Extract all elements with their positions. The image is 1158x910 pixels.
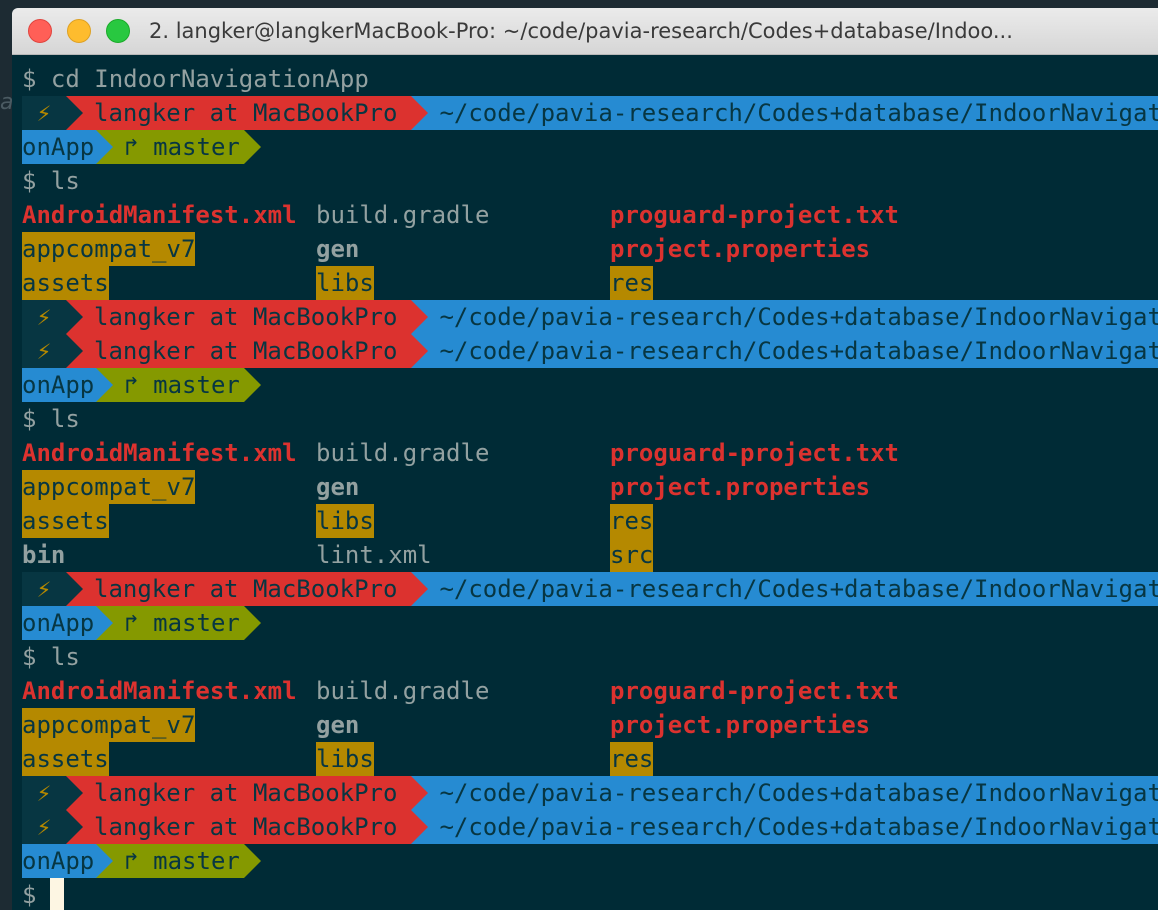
listing-row: appcompat_v7 gen project.properties <box>22 232 1158 266</box>
prompt-path-continuation: onApp <box>22 606 114 640</box>
close-button[interactable] <box>28 19 52 43</box>
file-entry: build.gradle <box>316 677 490 705</box>
prompt-user-segment: langker at MacBookPro <box>66 810 429 844</box>
terminal-content[interactable]: $ cd IndoorNavigationApp ⚡ langker at Mac… <box>22 55 1158 910</box>
prompt-continuation-line: onApp ↱ master <box>22 368 261 402</box>
text-cursor <box>50 878 65 910</box>
git-branch-segment: ↱ master <box>96 368 261 402</box>
prompt-line: ⚡ langker at MacBookPro ~/code/pavia-resea… <box>22 300 1158 334</box>
file-entry: build.gradle <box>316 201 490 229</box>
prompt-line: ⚡ langker at MacBookPro ~/code/pavia-resea… <box>22 810 1158 844</box>
file-entry: build.gradle <box>316 439 490 467</box>
directory-entry: appcompat_v7 <box>22 470 196 504</box>
file-entry: AndroidManifest.xml <box>22 677 297 705</box>
command-text: $ ls <box>22 643 80 671</box>
file-entry: AndroidManifest.xml <box>22 439 297 467</box>
directory-entry: src <box>610 538 654 572</box>
file-entry: proguard-project.txt <box>610 677 899 705</box>
listing-row: bin lint.xml src <box>22 538 1158 572</box>
git-branch-icon: ↱ <box>124 847 139 875</box>
directory-entry: libs <box>316 504 374 538</box>
file-entry: AndroidManifest.xml <box>22 201 297 229</box>
prompt-path-segment: ~/code/pavia-research/Codes+database/Ind… <box>411 776 1158 810</box>
prompt-user-segment: langker at MacBookPro <box>66 334 429 368</box>
file-entry: project.properties <box>610 473 871 501</box>
prompt-line: ⚡ langker at MacBookPro ~/code/pavia-resea… <box>22 334 1158 368</box>
directory-entry: libs <box>316 266 374 300</box>
file-entry: lint.xml <box>316 541 432 569</box>
directory-entry: assets <box>22 742 109 776</box>
command-text: $ cd IndoorNavigationApp <box>22 65 369 93</box>
directory-entry: gen <box>316 473 360 501</box>
bolt-icon: ⚡ <box>22 810 83 844</box>
file-entry: project.properties <box>610 711 871 739</box>
title-bar: 2. langker@langkerMacBook-Pro: ~/code/pa… <box>12 8 1158 55</box>
bolt-icon: ⚡ <box>22 572 83 606</box>
prompt-path-segment: ~/code/pavia-research/Codes+database/Ind… <box>411 572 1158 606</box>
git-branch-segment: ↱ master <box>96 844 261 878</box>
prompt-dollar: $ <box>22 881 37 909</box>
git-branch-segment: ↱ master <box>96 606 261 640</box>
minimize-button[interactable] <box>67 19 91 43</box>
bolt-icon: ⚡ <box>22 334 83 368</box>
directory-entry: appcompat_v7 <box>22 708 196 742</box>
listing-row: assets libs res <box>22 742 1158 776</box>
prompt-path-continuation: onApp <box>22 130 114 164</box>
file-entry: proguard-project.txt <box>610 201 899 229</box>
directory-entry: assets <box>22 504 109 538</box>
prompt-path-segment: ~/code/pavia-research/Codes+database/Ind… <box>411 300 1158 334</box>
listing-row: assets libs res <box>22 504 1158 538</box>
prompt-line: ⚡ langker at MacBookPro ~/code/pavia-resea… <box>22 96 1158 130</box>
prompt-user-segment: langker at MacBookPro <box>66 96 429 130</box>
file-entry: proguard-project.txt <box>610 439 899 467</box>
input-line[interactable]: $ <box>22 878 65 910</box>
prompt-path-segment: ~/code/pavia-research/Codes+database/Ind… <box>411 334 1158 368</box>
directory-entry: res <box>610 266 654 300</box>
terminal-window: 2. langker@langkerMacBook-Pro: ~/code/pa… <box>12 8 1158 910</box>
file-entry: project.properties <box>610 235 871 263</box>
listing-row: appcompat_v7 gen project.properties <box>22 470 1158 504</box>
git-branch-icon: ↱ <box>124 609 139 637</box>
command-text: $ ls <box>22 167 80 195</box>
prompt-continuation-line: onApp ↱ master <box>22 606 261 640</box>
prompt-path-segment: ~/code/pavia-research/Codes+database/Ind… <box>411 810 1158 844</box>
listing-row: AndroidManifest.xml build.gradle proguard-… <box>22 674 1158 708</box>
command-line: $ ls <box>22 402 80 436</box>
prompt-continuation-line: onApp ↱ master <box>22 130 261 164</box>
prompt-path-continuation: onApp <box>22 844 114 878</box>
directory-entry: assets <box>22 266 109 300</box>
git-branch-segment: ↱ master <box>96 130 261 164</box>
command-line: $ ls <box>22 640 80 674</box>
background-window-fragment: a <box>0 90 12 120</box>
prompt-user-segment: langker at MacBookPro <box>66 776 429 810</box>
prompt-line: ⚡ langker at MacBookPro ~/code/pavia-resea… <box>22 776 1158 810</box>
directory-entry: res <box>610 504 654 538</box>
command-text: $ ls <box>22 405 80 433</box>
bolt-icon: ⚡ <box>22 96 83 130</box>
prompt-continuation-line: onApp ↱ master <box>22 844 261 878</box>
directory-entry: gen <box>316 235 360 263</box>
prompt-user-segment: langker at MacBookPro <box>66 300 429 334</box>
directory-entry: libs <box>316 742 374 776</box>
bolt-icon: ⚡ <box>22 300 83 334</box>
listing-row: AndroidManifest.xml build.gradle proguard-… <box>22 198 1158 232</box>
directory-entry: gen <box>316 711 360 739</box>
git-branch-icon: ↱ <box>124 133 139 161</box>
window-title: 2. langker@langkerMacBook-Pro: ~/code/pa… <box>149 19 1013 43</box>
git-branch-icon: ↱ <box>124 371 139 399</box>
directory-entry: appcompat_v7 <box>22 232 196 266</box>
prompt-path-continuation: onApp <box>22 368 114 402</box>
listing-row: assets libs res <box>22 266 1158 300</box>
prompt-user-segment: langker at MacBookPro <box>66 572 429 606</box>
directory-entry: res <box>610 742 654 776</box>
prompt-line: ⚡ langker at MacBookPro ~/code/pavia-resea… <box>22 572 1158 606</box>
listing-row: AndroidManifest.xml build.gradle proguard-… <box>22 436 1158 470</box>
listing-row: appcompat_v7 gen project.properties <box>22 708 1158 742</box>
prompt-path-segment: ~/code/pavia-research/Codes+database/Ind… <box>411 96 1158 130</box>
zoom-button[interactable] <box>106 19 130 43</box>
command-line: $ ls <box>22 164 80 198</box>
directory-entry: bin <box>22 541 66 569</box>
bolt-icon: ⚡ <box>22 776 83 810</box>
command-line: $ cd IndoorNavigationApp <box>22 62 369 96</box>
